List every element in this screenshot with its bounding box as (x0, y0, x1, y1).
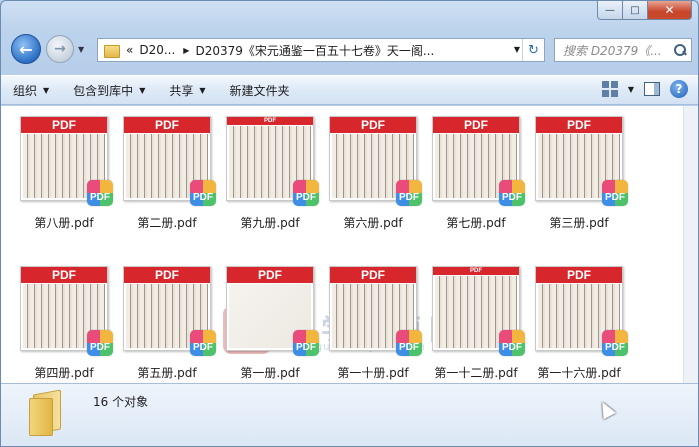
maximize-button[interactable]: □ (623, 1, 648, 20)
file-item[interactable]: PDF PDF 第二册.pdf (123, 116, 226, 246)
file-name: 第七册.pdf (446, 216, 506, 230)
pdf-app-icon: PDF (602, 330, 628, 356)
pdf-app-icon: PDF (87, 330, 113, 356)
pdf-app-icon: PDF (190, 180, 216, 206)
change-view-icon[interactable] (601, 81, 618, 97)
caption-buttons: — □ ✕ (597, 1, 692, 20)
pdf-band: PDF (536, 117, 622, 133)
chevron-down-icon: ▼ (43, 85, 50, 95)
breadcrumb-segment-2[interactable]: D20379《宋元通鉴一百五十七卷》天一阁... (195, 42, 434, 59)
forward-arrow-icon: → (54, 41, 66, 57)
file-item[interactable]: PDF PDF 第一十二册.pdf (432, 266, 535, 383)
file-name: 第二册.pdf (137, 216, 197, 230)
file-list[interactable]: 國 国学资源网 www.guoxueziyuan.com PDF PDF 第八册… (1, 106, 685, 383)
recent-pages-button[interactable]: ▼ (78, 45, 84, 54)
breadcrumb-chevron-icon[interactable]: ▶ (183, 46, 189, 55)
pdf-band: PDF (124, 267, 210, 283)
pdf-app-icon: PDF (87, 180, 113, 206)
file-name: 第一十六册.pdf (537, 366, 621, 380)
search-input[interactable]: 搜索 D20379《... (554, 38, 692, 62)
pdf-app-icon: PDF (396, 180, 422, 206)
vertical-scrollbar[interactable] (683, 106, 698, 383)
pdf-app-icon: PDF (499, 180, 525, 206)
pdf-band: PDF (433, 117, 519, 133)
file-item[interactable]: PDF PDF 第八册.pdf (20, 116, 123, 246)
back-button[interactable]: ← (11, 34, 41, 64)
include-in-library-label: 包含到库中 (73, 83, 134, 98)
include-in-library-menu[interactable]: 包含到库中 ▼ (61, 76, 157, 104)
file-name: 第六册.pdf (343, 216, 403, 230)
help-icon[interactable]: ? (670, 80, 688, 98)
file-item[interactable]: PDF PDF 第四册.pdf (20, 266, 123, 383)
pdf-band: PDF (227, 117, 313, 125)
address-bar[interactable]: « D20... ▶ D20379《宋元通鉴一百五十七卷》天一阁... ▼ ↻ (97, 38, 545, 62)
new-folder-button[interactable]: 新建文件夹 (218, 76, 302, 104)
chevron-down-icon: ▼ (199, 85, 206, 95)
view-controls: ▼ ? (601, 80, 688, 98)
file-name: 第一册.pdf (240, 366, 300, 380)
navigation-bar: ← → ▼ « D20... ▶ D20379《宋元通鉴一百五十七卷》天一阁..… (9, 34, 692, 68)
file-name: 第三册.pdf (549, 216, 609, 230)
pdf-band: PDF (21, 267, 107, 283)
back-arrow-icon: ← (19, 39, 33, 59)
details-pane: 16 个对象 (1, 383, 698, 446)
pdf-band: PDF (227, 267, 313, 283)
item-count: 16 个对象 (93, 395, 149, 409)
pdf-band: PDF (330, 117, 416, 133)
file-name: 第五册.pdf (137, 366, 197, 380)
minimize-button[interactable]: — (597, 1, 623, 20)
command-bar: 组织 ▼ 包含到库中 ▼ 共享 ▼ 新建文件夹 ▼ ? (1, 75, 698, 105)
breadcrumb-segment-1[interactable]: D20... (139, 43, 175, 57)
view-dropdown-icon[interactable]: ▼ (628, 85, 634, 94)
folder-icon (29, 389, 65, 436)
address-overflow[interactable]: « (126, 43, 133, 57)
file-item[interactable]: PDF PDF 第六册.pdf (329, 116, 432, 246)
file-name: 第九册.pdf (240, 216, 300, 230)
refresh-button[interactable]: ↻ (522, 39, 544, 61)
organize-label: 组织 (13, 83, 38, 98)
search-icon[interactable] (673, 43, 687, 57)
pdf-app-icon: PDF (293, 180, 319, 206)
pdf-band: PDF (536, 267, 622, 283)
file-item[interactable]: PDF PDF 第一册.pdf (226, 266, 329, 383)
pdf-app-icon: PDF (499, 330, 525, 356)
file-name: 第一十二册.pdf (434, 366, 518, 380)
file-item[interactable]: PDF PDF 第九册.pdf (226, 116, 329, 246)
file-name: 第一十册.pdf (337, 366, 409, 380)
search-placeholder: 搜索 D20379《... (563, 43, 662, 58)
share-label: 共享 (169, 83, 194, 98)
share-menu[interactable]: 共享 ▼ (157, 76, 217, 104)
pdf-app-icon: PDF (602, 180, 628, 206)
explorer-window: — □ ✕ ← → ▼ « D20... ▶ D20379《宋元通鉴一百五十七卷… (0, 0, 699, 447)
folder-icon (102, 43, 120, 58)
pdf-app-icon: PDF (293, 330, 319, 356)
address-dropdown-icon[interactable]: ▼ (514, 45, 520, 54)
organize-menu[interactable]: 组织 ▼ (1, 76, 61, 104)
file-item[interactable]: PDF PDF 第五册.pdf (123, 266, 226, 383)
pdf-band: PDF (330, 267, 416, 283)
file-name: 第四册.pdf (34, 366, 94, 380)
pdf-band: PDF (433, 267, 519, 275)
file-item[interactable]: PDF PDF 第三册.pdf (535, 116, 638, 246)
forward-button[interactable]: → (46, 35, 74, 63)
new-folder-label: 新建文件夹 (229, 83, 290, 98)
preview-pane-icon[interactable] (644, 82, 660, 96)
pdf-band: PDF (21, 117, 107, 133)
file-item[interactable]: PDF PDF 第一十六册.pdf (535, 266, 638, 383)
file-name: 第八册.pdf (34, 216, 94, 230)
pdf-app-icon: PDF (190, 330, 216, 356)
pdf-app-icon: PDF (396, 330, 422, 356)
file-item[interactable]: PDF PDF 第一十册.pdf (329, 266, 432, 383)
file-item[interactable]: PDF PDF 第七册.pdf (432, 116, 535, 246)
pdf-band: PDF (124, 117, 210, 133)
close-button[interactable]: ✕ (648, 1, 692, 20)
chevron-down-icon: ▼ (139, 85, 146, 95)
